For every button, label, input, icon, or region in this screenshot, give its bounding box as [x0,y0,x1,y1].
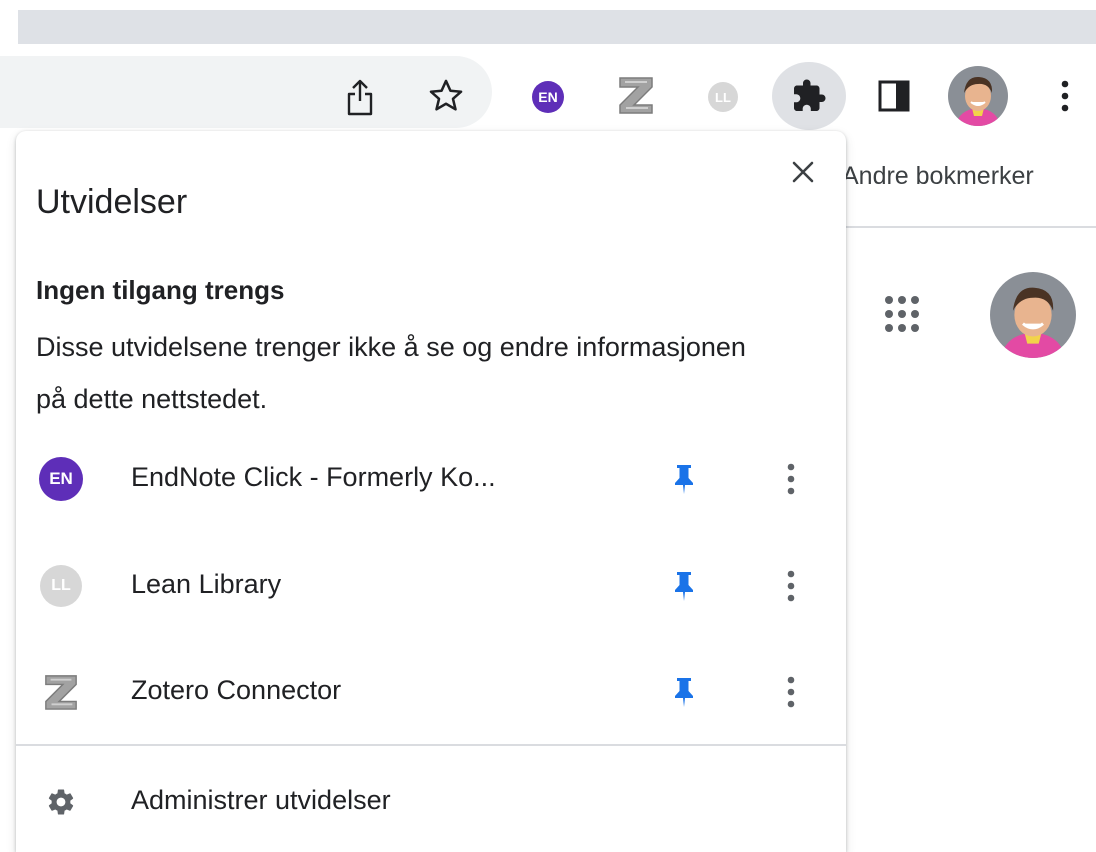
zotero-icon [38,674,84,710]
bookmark-star-icon [429,79,463,111]
zotero-logo [45,675,77,710]
pin-button[interactable] [668,566,700,606]
panel-divider [16,744,846,746]
zotero-extension-button[interactable] [614,73,658,117]
extension-item-lean-library[interactable]: LL Lean Library [16,544,846,624]
chrome-menu-icon [1061,80,1069,112]
pin-icon [675,678,693,707]
apps-grid-icon [885,296,919,332]
endnote-extension-button[interactable]: EN [528,77,568,117]
bookmarks-bar-divider [846,226,1096,228]
apps-grid-button[interactable] [880,290,928,338]
section-heading: Ingen tilgang trengs [36,275,285,305]
extension-name: Zotero Connector [131,675,342,705]
close-panel-button[interactable] [786,155,820,189]
extension-name: Lean Library [131,569,282,599]
tab-strip [18,10,1096,44]
extension-name: EndNote Click - Formerly Ko... [131,462,496,492]
extensions-button[interactable] [772,62,846,130]
share-button[interactable] [338,76,382,120]
extension-more-button[interactable] [774,672,808,712]
more-vert-icon [787,570,795,602]
lean-library-icon: LL [38,565,84,607]
manage-extensions-label: Administrer utvidelser [131,785,391,815]
extensions-puzzle-icon [794,79,826,111]
pin-icon [675,465,693,494]
zotero-extension-icon [619,77,653,114]
lean-library-badge: LL [40,565,82,607]
panel-title: Utvidelser [36,183,188,221]
lean-library-extension-button[interactable]: LL [704,78,742,116]
profile-avatar[interactable] [948,66,1008,126]
extension-more-button[interactable] [774,566,808,606]
pin-button[interactable] [668,459,700,499]
profile-avatar-image [948,66,1008,126]
manage-extensions-button[interactable]: Administrer utvidelser [16,761,846,841]
side-panel-button[interactable] [874,76,914,116]
other-bookmarks-folder[interactable]: Andre bokmerker [842,162,1034,191]
extension-more-button[interactable] [774,459,808,499]
side-panel-icon [878,80,910,112]
endnote-icon: EN [38,457,84,501]
close-icon [792,161,814,183]
more-vert-icon [787,676,795,708]
extension-item-endnote[interactable]: EN EndNote Click - Formerly Ko... [16,437,846,517]
extensions-panel: Utvidelser Ingen tilgang trengs Disse ut… [16,131,846,852]
share-icon [347,79,373,116]
address-bar[interactable] [0,56,492,128]
pin-icon [675,572,693,601]
pin-button[interactable] [668,672,700,712]
lean-library-extension-icon: LL [708,82,738,112]
section-description: Disse utvidelsene trenger ikke å se og e… [36,332,746,414]
endnote-extension-icon: EN [532,81,564,113]
account-avatar-image [990,272,1076,358]
account-avatar[interactable] [990,272,1076,358]
extension-item-zotero[interactable]: Zotero Connector [16,650,846,730]
bookmark-star-button[interactable] [424,74,468,118]
more-vert-icon [787,463,795,495]
endnote-badge: EN [39,457,83,501]
chrome-menu-button[interactable] [1050,76,1080,116]
gear-icon [48,789,74,815]
